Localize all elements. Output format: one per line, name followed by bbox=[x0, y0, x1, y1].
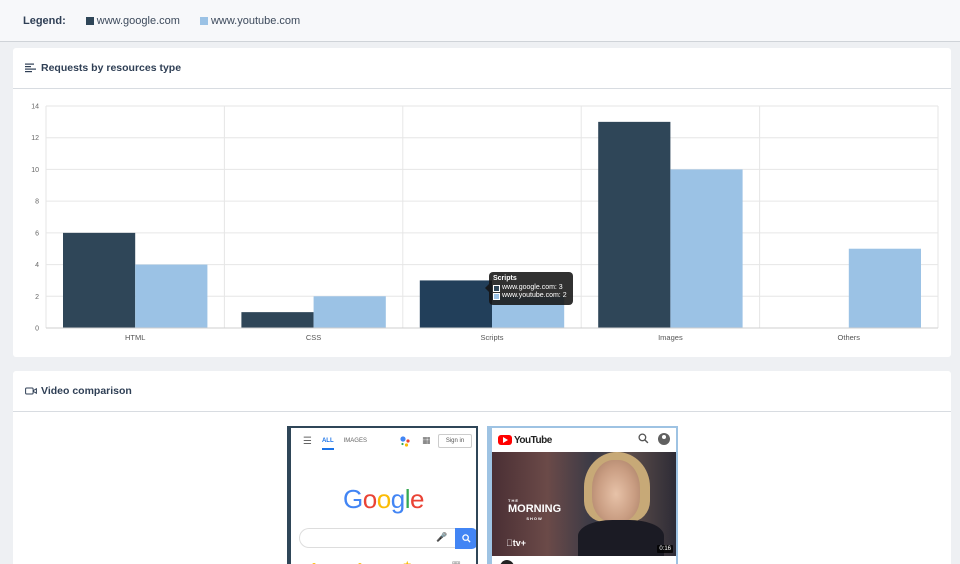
requests-bar-chart: 0 2 4 6 8 10 12 14 HTML CSS Scripts Images Others bbox=[31, 104, 939, 342]
y-tick-label: 2 bbox=[35, 294, 39, 301]
video-comparison-card: Video comparison bbox=[13, 371, 951, 564]
show-title: THE MORNING SHOW bbox=[508, 496, 561, 523]
apple-tv-text: tv+ bbox=[506, 538, 526, 548]
y-tick-label: 14 bbox=[31, 104, 39, 111]
y-tick-label: 0 bbox=[35, 326, 39, 333]
legend-item-youtube[interactable]: www.youtube.com bbox=[199, 14, 301, 27]
legend-swatch-youtube bbox=[199, 16, 208, 25]
bar-images-youtube bbox=[670, 169, 743, 328]
y-tick-label: 10 bbox=[31, 167, 39, 174]
google-logo: Google bbox=[291, 484, 476, 515]
google-search-button[interactable] bbox=[455, 528, 476, 549]
google-video-frame[interactable]: ☰ ALL IMAGES ▦ Sign in Google 🎤 ● ● ★ ▦ bbox=[287, 426, 478, 564]
hamburger-menu-icon[interactable]: ☰ bbox=[303, 436, 312, 447]
youtube-top-bar: YouTube bbox=[492, 428, 676, 452]
apple-tv-logo: tv+ bbox=[506, 538, 526, 548]
legend-title: Legend: bbox=[23, 14, 66, 27]
google-logo-letter: o bbox=[362, 484, 377, 514]
y-tick-label: 6 bbox=[35, 230, 39, 237]
legend-bar: Legend: www.google.com www.youtube.com bbox=[0, 0, 960, 42]
tooltip-row-youtube: www.youtube.com: 2 bbox=[493, 292, 569, 300]
weather-icon[interactable]: ● bbox=[311, 560, 317, 564]
x-category-label: HTML bbox=[125, 333, 145, 342]
google-logo-letter: o bbox=[376, 484, 391, 514]
google-assistant-icon[interactable] bbox=[399, 435, 411, 447]
google-tab-images[interactable]: IMAGES bbox=[344, 438, 367, 444]
google-signin-button[interactable]: Sign in bbox=[438, 434, 472, 448]
star-icon[interactable]: ★ bbox=[403, 560, 412, 564]
bar-css-youtube bbox=[313, 296, 386, 328]
bar-html-google bbox=[63, 232, 136, 328]
thumbnail-face bbox=[592, 460, 640, 522]
y-tick-label: 8 bbox=[35, 199, 39, 206]
x-category-label: CSS bbox=[306, 333, 321, 342]
google-shortcuts: ● ● ★ ▦ bbox=[311, 560, 461, 564]
microphone-icon[interactable]: 🎤 bbox=[436, 532, 447, 543]
youtube-logo[interactable]: YouTube bbox=[514, 435, 552, 446]
google-logo-letter: e bbox=[409, 484, 424, 514]
legend-label-youtube: www.youtube.com bbox=[210, 14, 301, 27]
chart-tooltip: Scripts www.google.com: 3 www.youtube.co… bbox=[485, 272, 573, 305]
google-logo-letter: g bbox=[390, 484, 405, 514]
y-tick-label: 4 bbox=[35, 262, 39, 269]
y-tick-label: 12 bbox=[31, 135, 39, 142]
youtube-play-logo-icon bbox=[498, 435, 512, 445]
bar-others-youtube bbox=[848, 248, 921, 328]
show-title-sub: SHOW bbox=[526, 516, 543, 521]
google-tab-all[interactable]: ALL bbox=[321, 438, 334, 450]
search-icon bbox=[461, 534, 471, 543]
youtube-video-thumbnail[interactable]: THE MORNING SHOW tv+ 0:16 bbox=[492, 452, 676, 556]
requests-chart-title: Requests by resources type bbox=[41, 62, 182, 74]
video-comparison-header: Video comparison bbox=[13, 371, 951, 412]
video-comparison-title: Video comparison bbox=[41, 385, 132, 397]
search-icon[interactable] bbox=[638, 433, 649, 444]
youtube-video-frame[interactable]: YouTube THE MORNING SHOW tv+ 0:16 bbox=[487, 426, 678, 564]
tooltip-text-youtube: www.youtube.com: 2 bbox=[502, 292, 567, 299]
google-logo-letter: G bbox=[343, 484, 363, 514]
google-search-input[interactable] bbox=[299, 528, 459, 548]
tooltip-text-google: www.google.com: 3 bbox=[502, 284, 563, 291]
bar-css-google bbox=[241, 312, 314, 328]
tooltip-arrow bbox=[485, 284, 489, 292]
video-camera-icon bbox=[25, 387, 37, 395]
video-duration: 0:16 bbox=[657, 545, 673, 553]
x-category-label: Images bbox=[658, 333, 683, 342]
legend-swatch-google bbox=[85, 16, 94, 25]
x-category-label: Scripts bbox=[481, 333, 504, 342]
legend-item-google[interactable]: www.google.com bbox=[85, 14, 180, 27]
tooltip-row-google: www.google.com: 3 bbox=[493, 284, 569, 292]
thumbnail-body bbox=[578, 520, 664, 556]
bar-list-icon bbox=[25, 63, 36, 73]
bar-images-google bbox=[598, 121, 671, 328]
requests-chart-card: Requests by resources type 0 2 4 6 8 10 12 14 HT… bbox=[13, 48, 951, 357]
channel-avatar[interactable] bbox=[500, 560, 514, 564]
tooltip-swatch-google bbox=[493, 284, 500, 292]
x-category-label: Others bbox=[838, 333, 861, 342]
requests-chart-header: Requests by resources type bbox=[13, 48, 951, 89]
account-icon[interactable] bbox=[658, 433, 670, 445]
apps-grid-icon[interactable]: ▦ bbox=[422, 435, 431, 446]
tooltip-swatch-youtube bbox=[493, 292, 500, 300]
tooltip-title: Scripts bbox=[493, 275, 517, 282]
bar-html-youtube bbox=[135, 264, 208, 328]
google-top-bar: ☰ ALL IMAGES ▦ Sign in bbox=[291, 428, 476, 454]
news-icon[interactable]: ▦ bbox=[452, 560, 461, 564]
smiley-icon[interactable]: ● bbox=[357, 560, 363, 564]
video-meta-row bbox=[500, 560, 640, 564]
bar-scripts-google bbox=[419, 280, 492, 328]
legend-label-google: www.google.com bbox=[96, 14, 180, 27]
